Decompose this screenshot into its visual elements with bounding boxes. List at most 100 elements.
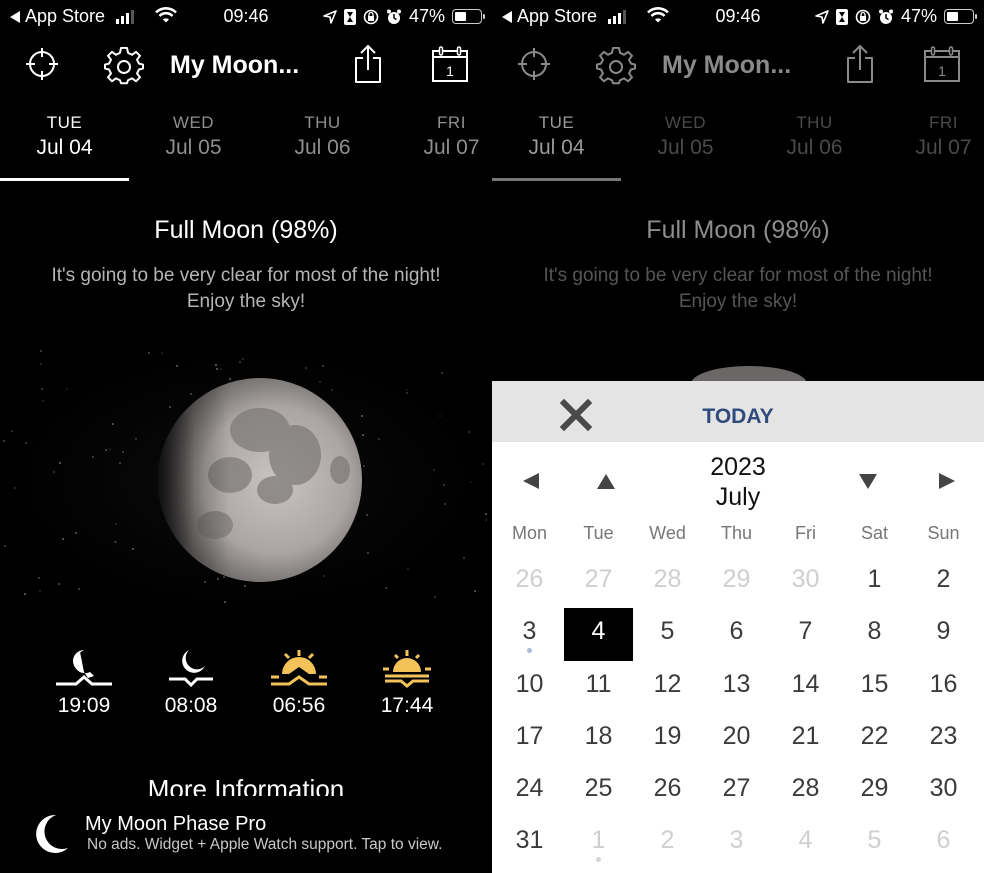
location-arrow-icon: [815, 9, 829, 24]
pro-upgrade-banner[interactable]: My Moon Phase Pro No ads. Widget + Apple…: [30, 812, 470, 862]
day-number: 24: [515, 774, 544, 803]
crescent-moon-icon: [36, 814, 68, 853]
calendar-day[interactable]: 24: [495, 765, 564, 817]
tab-wed-jul-05[interactable]: WED Jul 05: [129, 110, 258, 160]
calendar-icon: 1: [924, 46, 960, 82]
star: [114, 541, 116, 543]
calendar-day[interactable]: 5: [840, 817, 909, 869]
star: [406, 389, 408, 391]
tab-tue-jul-04[interactable]: TUE Jul 04: [0, 110, 129, 160]
calendar-day[interactable]: 19: [633, 713, 702, 765]
calendar-day[interactable]: 26: [495, 556, 564, 608]
app-title: My Moon...: [662, 51, 792, 79]
day-number: 27: [722, 774, 751, 803]
calendar-day[interactable]: 14: [771, 661, 840, 713]
tab-fri-jul-07[interactable]: FRI Jul 07: [387, 110, 492, 160]
share-icon[interactable]: [352, 44, 384, 84]
calendar-day[interactable]: 17: [495, 713, 564, 765]
weekday-header: Mon Tue Wed Thu Fri Sat Sun: [492, 523, 984, 544]
moon-image-area: [0, 345, 492, 615]
calendar-day[interactable]: 31: [495, 817, 564, 869]
tab-dow: TUE: [538, 113, 575, 132]
calendar-day[interactable]: 28: [633, 556, 702, 608]
tab-wed-jul-05[interactable]: WED Jul 05: [621, 110, 750, 160]
calendar-day[interactable]: 18: [564, 713, 633, 765]
calendar-month: July: [715, 483, 761, 511]
calendar-day[interactable]: 7: [771, 608, 840, 660]
calendar-day[interactable]: 29: [840, 765, 909, 817]
moonrise-time: 19:09: [57, 694, 111, 717]
tab-fri-jul-07[interactable]: FRI Jul 07: [879, 110, 984, 160]
moon-screen: App Store 09:46 47% My Moon... 1 TUE Jul…: [0, 0, 492, 873]
calendar-day[interactable]: 10: [495, 661, 564, 713]
gear-icon[interactable]: [104, 46, 144, 86]
star: [59, 462, 61, 464]
calendar-day[interactable]: 2: [909, 556, 978, 608]
calendar-day[interactable]: 2: [633, 817, 702, 869]
day-number: 18: [584, 721, 613, 750]
day-number: 21: [791, 721, 820, 750]
calendar-day[interactable]: 4: [771, 817, 840, 869]
calendar-day[interactable]: 20: [702, 713, 771, 765]
calendar-button[interactable]: 1: [432, 46, 468, 82]
calendar-day[interactable]: 6: [909, 817, 978, 869]
calendar-day[interactable]: 30: [771, 556, 840, 608]
calendar-day[interactable]: 6: [702, 608, 771, 660]
event-dot-icon: [596, 857, 601, 863]
calendar-day[interactable]: 28: [771, 765, 840, 817]
tab-date: Jul 04: [36, 136, 93, 159]
moon-image: [158, 378, 362, 582]
calendar-day-selected[interactable]: 4: [564, 608, 633, 661]
promo-title: My Moon Phase Pro: [85, 813, 267, 835]
star: [92, 456, 94, 458]
calendar-day[interactable]: 23: [909, 713, 978, 765]
hourglass-icon: [835, 8, 848, 25]
battery-icon: [944, 9, 977, 24]
calendar-day[interactable]: 26: [633, 765, 702, 817]
location-arrow-icon: [323, 9, 337, 24]
calendar-day[interactable]: 15: [840, 661, 909, 713]
star: [433, 469, 435, 471]
calendar-day[interactable]: 11: [564, 661, 633, 713]
today-button[interactable]: TODAY: [492, 405, 984, 429]
calendar-day[interactable]: 1: [840, 556, 909, 608]
calendar-day[interactable]: 1: [564, 817, 633, 869]
tab-tue-jul-04[interactable]: TUE Jul 04: [492, 110, 621, 160]
tab-dow: WED: [172, 113, 215, 132]
calendar-day[interactable]: 3: [702, 817, 771, 869]
star: [4, 545, 6, 547]
calendar-day[interactable]: 27: [564, 556, 633, 608]
calendar-day[interactable]: 12: [633, 661, 702, 713]
next-year-icon[interactable]: [856, 471, 880, 491]
calendar-day[interactable]: 27: [702, 765, 771, 817]
next-month-icon[interactable]: [934, 471, 958, 491]
calendar-day[interactable]: 8: [840, 608, 909, 660]
star: [474, 590, 476, 592]
status-bar: App Store 09:46 47%: [0, 0, 492, 32]
calendar-day[interactable]: 3: [495, 608, 564, 660]
calendar-day[interactable]: 13: [702, 661, 771, 713]
calendar-button[interactable]: 1: [924, 46, 960, 82]
weekday-label: Sun: [927, 523, 960, 543]
tab-dow: FRI: [437, 113, 466, 132]
weekday-label: Wed: [649, 523, 686, 543]
calendar-day[interactable]: 9: [909, 608, 978, 660]
calendar-day[interactable]: 30: [909, 765, 978, 817]
more-information-heading[interactable]: More Information: [0, 772, 492, 796]
tab-thu-jul-06[interactable]: THU Jul 06: [750, 110, 879, 160]
calendar-day[interactable]: 21: [771, 713, 840, 765]
calendar-day[interactable]: 25: [564, 765, 633, 817]
calendar-day[interactable]: 5: [633, 608, 702, 660]
gear-icon[interactable]: [596, 46, 636, 86]
share-icon[interactable]: [844, 44, 876, 84]
star: [407, 568, 409, 570]
calendar-day[interactable]: 16: [909, 661, 978, 713]
tab-thu-jul-06[interactable]: THU Jul 06: [258, 110, 387, 160]
day-number: 15: [860, 669, 889, 698]
calendar-day[interactable]: 22: [840, 713, 909, 765]
calendar-day[interactable]: 29: [702, 556, 771, 608]
crosshair-icon[interactable]: [24, 46, 60, 82]
crosshair-icon[interactable]: [516, 46, 552, 82]
star: [38, 577, 40, 579]
day-number: 29: [860, 774, 889, 803]
